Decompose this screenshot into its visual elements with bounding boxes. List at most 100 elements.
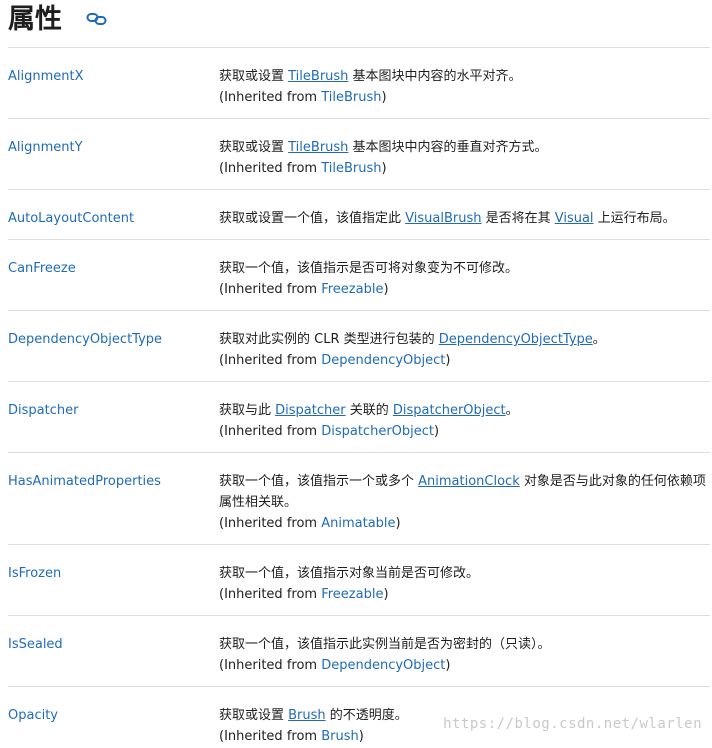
type-link[interactable]: TileBrush (288, 69, 348, 84)
inherited-suffix: ) (445, 658, 451, 673)
description-text: 获取一个值，该值指示一个或多个 AnimationClock 对象是否与此对象的… (219, 471, 707, 513)
inherited-prefix: (Inherited from (219, 516, 322, 531)
description-fragment: 获取与此 (219, 403, 276, 418)
property-row: CanFreeze 获取一个值，该值指示是否可将对象变为不可修改。 (Inherit… (8, 240, 710, 311)
description-fragment: 获取或设置 (219, 69, 289, 84)
description-fragment: 获取一个值，该值指示是否可将对象变为不可修改。 (219, 261, 519, 276)
inherited-suffix: ) (434, 424, 440, 439)
description-fragment: 。 (592, 332, 606, 347)
inherited-prefix: (Inherited from (219, 90, 322, 105)
property-row: DependencyObjectType 获取对此实例的 CLR 类型进行包装的 … (8, 311, 710, 382)
inherited-prefix: (Inherited from (219, 161, 322, 176)
description-text: 获取对此实例的 CLR 类型进行包装的 DependencyObjectType… (219, 329, 707, 350)
link-icon[interactable] (86, 10, 108, 28)
inherited-class-link[interactable]: Brush (321, 729, 359, 744)
description-fragment: 。 (505, 403, 519, 418)
type-link[interactable]: DispatcherObject (393, 403, 506, 418)
type-link[interactable]: Brush (288, 708, 326, 723)
property-row: AlignmentX 获取或设置 TileBrush 基本图块中内容的水平对齐。(… (8, 48, 710, 119)
inherited-class-link[interactable]: DispatcherObject (321, 424, 434, 439)
inherited-class-link[interactable]: Animatable (321, 516, 395, 531)
inherited-prefix: (Inherited from (219, 658, 322, 673)
inherited-prefix: (Inherited from (219, 587, 322, 602)
type-link[interactable]: Visual (555, 211, 594, 226)
property-name-link[interactable]: CanFreeze (8, 258, 76, 279)
inherited-class-link[interactable]: DependencyObject (321, 353, 445, 368)
inherited-prefix: (Inherited from (219, 729, 322, 744)
inherited-from: (Inherited from Freezable) (219, 279, 707, 300)
property-description: 获取一个值，该值指示此实例当前是否为密封的（只读）。 (Inherited fro… (219, 634, 707, 676)
property-name-link[interactable]: Dispatcher (8, 400, 78, 421)
property-row: HasAnimatedProperties 获取一个值，该值指示一个或多个 Ani… (8, 453, 710, 545)
description-text: 获取与此 Dispatcher 关联的 DispatcherObject。 (219, 400, 707, 421)
inherited-suffix: ) (383, 282, 389, 297)
property-row: AutoLayoutContent 获取或设置一个值，该值指定此 VisualBr… (8, 190, 710, 240)
property-row: AlignmentY 获取或设置 TileBrush 基本图块中内容的垂直对齐方式… (8, 119, 710, 190)
inherited-suffix: ) (358, 729, 364, 744)
description-text: 获取或设置 TileBrush 基本图块中内容的垂直对齐方式。 (219, 137, 707, 158)
inherited-class-link[interactable]: Freezable (321, 282, 383, 297)
inherited-from: (Inherited from DependencyObject) (219, 655, 707, 676)
inherited-suffix: ) (445, 353, 451, 368)
inherited-suffix: ) (381, 161, 387, 176)
description-fragment: 关联的 (345, 403, 393, 418)
property-name-link[interactable]: DependencyObjectType (8, 329, 162, 350)
property-name-link[interactable]: Opacity (8, 705, 58, 726)
property-description: 获取一个值，该值指示一个或多个 AnimationClock 对象是否与此对象的… (219, 471, 707, 534)
inherited-suffix: ) (395, 516, 401, 531)
type-link[interactable]: Dispatcher (275, 403, 345, 418)
property-row: Dispatcher 获取与此 Dispatcher 关联的 Dispatcher… (8, 382, 710, 453)
inherited-from: (Inherited from TileBrush) (219, 87, 707, 108)
inherited-from: (Inherited from Freezable) (219, 584, 707, 605)
property-description: 获取一个值，该值指示对象当前是否可修改。 (Inherited from Free… (219, 563, 707, 605)
description-fragment: 获取一个值，该值指示此实例当前是否为密封的（只读）。 (219, 637, 551, 652)
description-text: 获取或设置一个值，该值指定此 VisualBrush 是否将在其 Visual … (219, 208, 707, 229)
description-text: 获取一个值，该值指示此实例当前是否为密封的（只读）。 (219, 634, 707, 655)
property-name-link[interactable]: AlignmentY (8, 137, 83, 158)
property-name-link[interactable]: IsSealed (8, 634, 63, 655)
property-name-link[interactable]: AlignmentX (8, 66, 84, 87)
inherited-suffix: ) (383, 587, 389, 602)
description-text: 获取或设置 TileBrush 基本图块中内容的水平对齐。 (219, 66, 707, 87)
property-description: 获取或设置 TileBrush 基本图块中内容的垂直对齐方式。 (Inherite… (219, 137, 707, 179)
type-link[interactable]: DependencyObjectType (439, 332, 593, 347)
inherited-prefix: (Inherited from (219, 424, 322, 439)
description-fragment: 获取或设置 (219, 140, 289, 155)
inherited-class-link[interactable]: TileBrush (321, 90, 381, 105)
property-description: 获取与此 Dispatcher 关联的 DispatcherObject。 (In… (219, 400, 707, 442)
description-text: 获取一个值，该值指示是否可将对象变为不可修改。 (219, 258, 707, 279)
property-name-link[interactable]: AutoLayoutContent (8, 208, 134, 229)
property-name-link[interactable]: HasAnimatedProperties (8, 471, 161, 492)
property-name-link[interactable]: IsFrozen (8, 563, 61, 584)
description-text: 获取一个值，该值指示对象当前是否可修改。 (219, 563, 707, 584)
description-fragment: 获取一个值，该值指示一个或多个 (219, 474, 419, 489)
type-link[interactable]: VisualBrush (405, 211, 481, 226)
inherited-prefix: (Inherited from (219, 282, 322, 297)
inherited-class-link[interactable]: DependencyObject (321, 658, 445, 673)
property-description: 获取对此实例的 CLR 类型进行包装的 DependencyObjectType… (219, 329, 707, 371)
inherited-class-link[interactable]: Freezable (321, 587, 383, 602)
description-fragment: 获取一个值，该值指示对象当前是否可修改。 (219, 566, 480, 581)
property-row: IsFrozen 获取一个值，该值指示对象当前是否可修改。 (Inherited f… (8, 545, 710, 616)
description-fragment: 获取对此实例的 CLR 类型进行包装的 (219, 332, 439, 347)
inherited-from: (Inherited from DependencyObject) (219, 350, 707, 371)
property-description: 获取或设置 TileBrush 基本图块中内容的水平对齐。 (Inherited … (219, 66, 707, 108)
page-title: 属性 (8, 4, 62, 35)
description-fragment: 基本图块中内容的垂直对齐方式。 (348, 140, 548, 155)
description-fragment: 是否将在其 (481, 211, 555, 226)
property-description: 获取一个值，该值指示是否可将对象变为不可修改。 (Inherited from F… (219, 258, 707, 300)
property-description: 获取或设置一个值，该值指定此 VisualBrush 是否将在其 Visual … (219, 208, 707, 229)
type-link[interactable]: AnimationClock (418, 474, 520, 489)
inherited-prefix: (Inherited from (219, 353, 322, 368)
description-fragment: 获取或设置 (219, 708, 289, 723)
description-fragment: 获取或设置一个值，该值指定此 (219, 211, 406, 226)
description-fragment: 的不透明度。 (325, 708, 408, 723)
description-fragment: 基本图块中内容的水平对齐。 (348, 69, 522, 84)
page-header: 属性 (8, 0, 708, 44)
inherited-from: (Inherited from Animatable) (219, 513, 707, 534)
inherited-suffix: ) (381, 90, 387, 105)
type-link[interactable]: TileBrush (288, 140, 348, 155)
inherited-from: (Inherited from DispatcherObject) (219, 421, 707, 442)
inherited-class-link[interactable]: TileBrush (321, 161, 381, 176)
property-row: IsSealed 获取一个值，该值指示此实例当前是否为密封的（只读）。 (Inher… (8, 616, 710, 687)
